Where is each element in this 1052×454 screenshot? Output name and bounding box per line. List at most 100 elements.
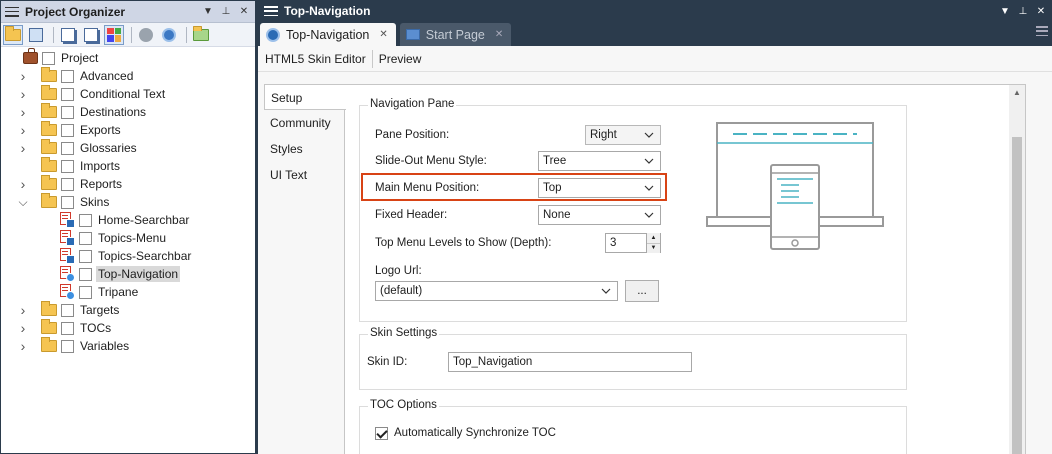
tree-checkbox[interactable]	[79, 249, 92, 263]
tree-item[interactable]: › Conditional Text	[1, 85, 255, 103]
tree-item[interactable]: › Glossaries	[1, 139, 255, 157]
panel-menu-icon[interactable]	[5, 6, 19, 17]
auto-sync-toc-checkbox[interactable]	[375, 426, 388, 440]
tree-checkbox[interactable]	[61, 141, 74, 155]
refresh-button[interactable]	[159, 25, 179, 45]
close-icon[interactable]: ✕	[237, 6, 251, 17]
skin-icon	[59, 248, 75, 264]
dropdown-arrow-icon[interactable]: ▼	[998, 6, 1012, 17]
chevron-right-icon[interactable]: ›	[18, 68, 28, 84]
tree-item[interactable]: › Destinations	[1, 103, 255, 121]
preview-button[interactable]: Preview	[379, 52, 422, 66]
close-tab-icon[interactable]: ✕	[379, 29, 387, 40]
tree-item[interactable]: Top-Navigation	[1, 265, 255, 283]
tree-item[interactable]: › TOCs	[1, 319, 255, 337]
tree-item[interactable]: Topics-Searchbar	[1, 247, 255, 265]
stepper-up-icon[interactable]: ▲	[647, 233, 660, 244]
pin-icon[interactable]: ⊥	[1016, 6, 1030, 17]
panel-menu-icon[interactable]	[264, 6, 278, 16]
vertical-scrollbar[interactable]: ▲	[1009, 85, 1025, 454]
dropdown-arrow-icon[interactable]: ▼	[201, 6, 215, 17]
skin-editor-label: HTML5 Skin Editor	[265, 51, 366, 66]
tab-ui-text[interactable]: UI Text	[264, 162, 344, 188]
tree-checkbox[interactable]	[61, 123, 74, 137]
group-title: TOC Options	[368, 399, 439, 411]
new-folder-button[interactable]	[191, 25, 211, 45]
tree-item[interactable]: Topics-Menu	[1, 229, 255, 247]
browse-button[interactable]: ...	[625, 280, 659, 302]
close-tab-icon[interactable]: ✕	[495, 29, 503, 40]
chevron-right-icon[interactable]: ›	[18, 176, 28, 192]
folder-icon	[41, 337, 57, 352]
skin-icon	[59, 212, 75, 228]
view-button[interactable]	[26, 25, 46, 45]
skin-id-input[interactable]: Top_Navigation	[448, 352, 692, 372]
chevron-right-icon[interactable]: ›	[18, 122, 28, 138]
chevron-right-icon[interactable]: ›	[18, 320, 28, 336]
tree-item[interactable]: ⌵ Skins	[1, 193, 255, 211]
chevron-right-icon[interactable]: ›	[18, 302, 28, 318]
project-icon	[23, 48, 38, 64]
stepper-down-icon[interactable]: ▼	[647, 243, 660, 253]
tree-checkbox[interactable]	[79, 213, 92, 227]
stepper-buttons[interactable]: ▲ ▼	[646, 233, 660, 253]
folder-icon	[41, 121, 57, 136]
tree-checkbox[interactable]	[61, 339, 74, 353]
tab-list-icon[interactable]	[1036, 26, 1048, 36]
tree-item[interactable]: › Targets	[1, 301, 255, 319]
setup-content: Navigation Pane Pane Position: Right Sli…	[344, 84, 1026, 454]
tab-styles[interactable]: Styles	[264, 136, 344, 162]
skin-icon	[59, 284, 75, 300]
tree-item[interactable]: › Reports	[1, 175, 255, 193]
fixed-header-dropdown[interactable]: None	[538, 205, 661, 225]
tree-item[interactable]: Home-Searchbar	[1, 211, 255, 229]
grid-view-button[interactable]	[104, 24, 124, 45]
tree-checkbox[interactable]	[79, 285, 92, 299]
tree-item[interactable]: Tripane	[1, 283, 255, 301]
pin-icon[interactable]: ⊥	[219, 6, 233, 17]
logo-url-dropdown[interactable]: (default)	[375, 281, 618, 301]
tree-checkbox[interactable]	[61, 159, 74, 173]
chevron-down-icon[interactable]: ⌵	[18, 195, 28, 210]
tree-item[interactable]: › Exports	[1, 121, 255, 139]
chevron-down-icon	[642, 128, 656, 142]
main-menu-position-dropdown[interactable]: Top	[538, 178, 661, 198]
tree-checkbox[interactable]	[61, 177, 74, 191]
slide-out-menu-style-dropdown[interactable]: Tree	[538, 151, 661, 171]
pane-position-dropdown[interactable]: Right	[585, 125, 661, 145]
chevron-right-icon[interactable]: ›	[18, 140, 28, 156]
tab-setup[interactable]: Setup	[264, 84, 346, 110]
slide-out-menu-style-label: Slide-Out Menu Style:	[375, 155, 487, 167]
disabled-button[interactable]	[136, 25, 156, 45]
tree-item[interactable]: Project	[1, 48, 255, 67]
add-button[interactable]	[58, 25, 78, 45]
tree-item[interactable]: › Advanced	[1, 67, 255, 85]
tab-community[interactable]: Community	[264, 110, 344, 136]
tree-checkbox[interactable]	[79, 231, 92, 245]
tree-item[interactable]: Imports	[1, 157, 255, 175]
tab-top-navigation[interactable]: Top-Navigation ✕	[260, 23, 396, 46]
close-icon[interactable]: ✕	[1034, 6, 1048, 17]
tree-checkbox[interactable]	[79, 267, 92, 281]
tree-checkbox[interactable]	[61, 321, 74, 335]
chevron-right-icon[interactable]: ›	[18, 104, 28, 120]
tree-item[interactable]: › Variables	[1, 337, 255, 355]
tab-start-page[interactable]: Start Page ✕	[399, 23, 512, 46]
scroll-up-icon[interactable]: ▲	[1009, 85, 1025, 99]
tree-checkbox[interactable]	[42, 51, 55, 65]
tree-checkbox[interactable]	[61, 303, 74, 317]
chevron-right-icon[interactable]: ›	[18, 86, 28, 102]
refresh-icon	[162, 27, 176, 42]
chevron-right-icon[interactable]: ›	[18, 338, 28, 354]
tree-checkbox[interactable]	[61, 87, 74, 101]
folder-icon	[41, 103, 57, 118]
scroll-thumb[interactable]	[1012, 137, 1022, 454]
chevron-down-icon	[642, 208, 656, 222]
auto-sync-toc-row[interactable]: Automatically Synchronize TOC	[375, 424, 558, 442]
open-folder-button[interactable]	[3, 24, 23, 45]
duplicate-button[interactable]	[81, 25, 101, 45]
tree-checkbox[interactable]	[61, 105, 74, 119]
editor-title: Top-Navigation	[284, 4, 371, 18]
tree-checkbox[interactable]	[61, 195, 74, 209]
tree-checkbox[interactable]	[61, 69, 74, 83]
